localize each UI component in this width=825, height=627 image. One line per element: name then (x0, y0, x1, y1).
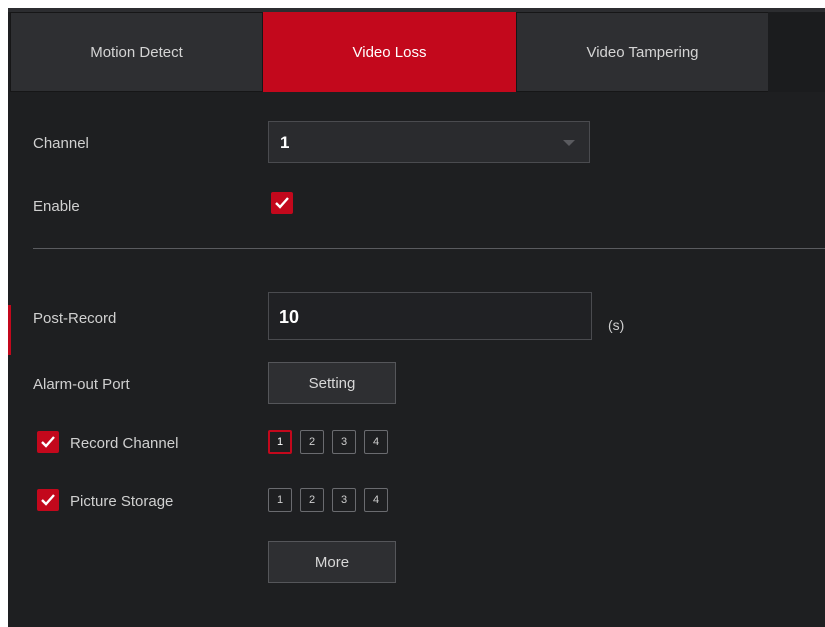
record-channel-checkbox[interactable] (37, 431, 59, 453)
picture-channel-3[interactable]: 3 (332, 488, 356, 512)
channel-select-value: 1 (280, 133, 290, 152)
record-channel-group: 1 2 3 4 (268, 430, 388, 454)
picture-channel-1[interactable]: 1 (268, 488, 292, 512)
picture-storage-group: 1 2 3 4 (268, 488, 388, 512)
checkmark-icon (41, 494, 55, 506)
more-button[interactable]: More (268, 541, 396, 583)
record-channel-4[interactable]: 4 (364, 430, 388, 454)
enable-label: Enable (33, 198, 80, 215)
checkmark-icon (41, 436, 55, 448)
post-record-label: Post-Record (33, 310, 117, 327)
tab-video-loss[interactable]: Video Loss (263, 12, 516, 92)
alarm-out-port-label: Alarm-out Port (33, 376, 130, 393)
picture-storage-checkbox[interactable] (37, 489, 59, 511)
setting-button[interactable]: Setting (268, 362, 396, 404)
post-record-unit: (s) (608, 317, 625, 333)
picture-channel-4[interactable]: 4 (364, 488, 388, 512)
enable-checkbox[interactable] (271, 192, 293, 214)
post-record-input[interactable]: 10 (268, 292, 592, 340)
record-channel-2[interactable]: 2 (300, 430, 324, 454)
post-record-value: 10 (279, 307, 300, 327)
tab-bar-filler (768, 12, 825, 92)
picture-storage-label: Picture Storage (70, 493, 174, 510)
side-marker (8, 305, 11, 355)
checkmark-icon (275, 197, 289, 209)
tab-video-tampering[interactable]: Video Tampering (516, 12, 769, 92)
record-channel-3[interactable]: 3 (332, 430, 356, 454)
record-channel-1[interactable]: 1 (268, 430, 292, 454)
tab-motion-detect[interactable]: Motion Detect (10, 12, 263, 92)
channel-label: Channel (33, 135, 89, 152)
picture-channel-2[interactable]: 2 (300, 488, 324, 512)
channel-select[interactable]: 1 (268, 121, 590, 163)
video-loss-panel: Motion Detect Video Loss Video Tampering… (8, 8, 825, 627)
tab-bar: Motion Detect Video Loss Video Tampering (10, 12, 769, 92)
record-channel-label: Record Channel (70, 435, 179, 452)
chevron-down-icon (563, 140, 575, 146)
section-divider (33, 248, 825, 249)
